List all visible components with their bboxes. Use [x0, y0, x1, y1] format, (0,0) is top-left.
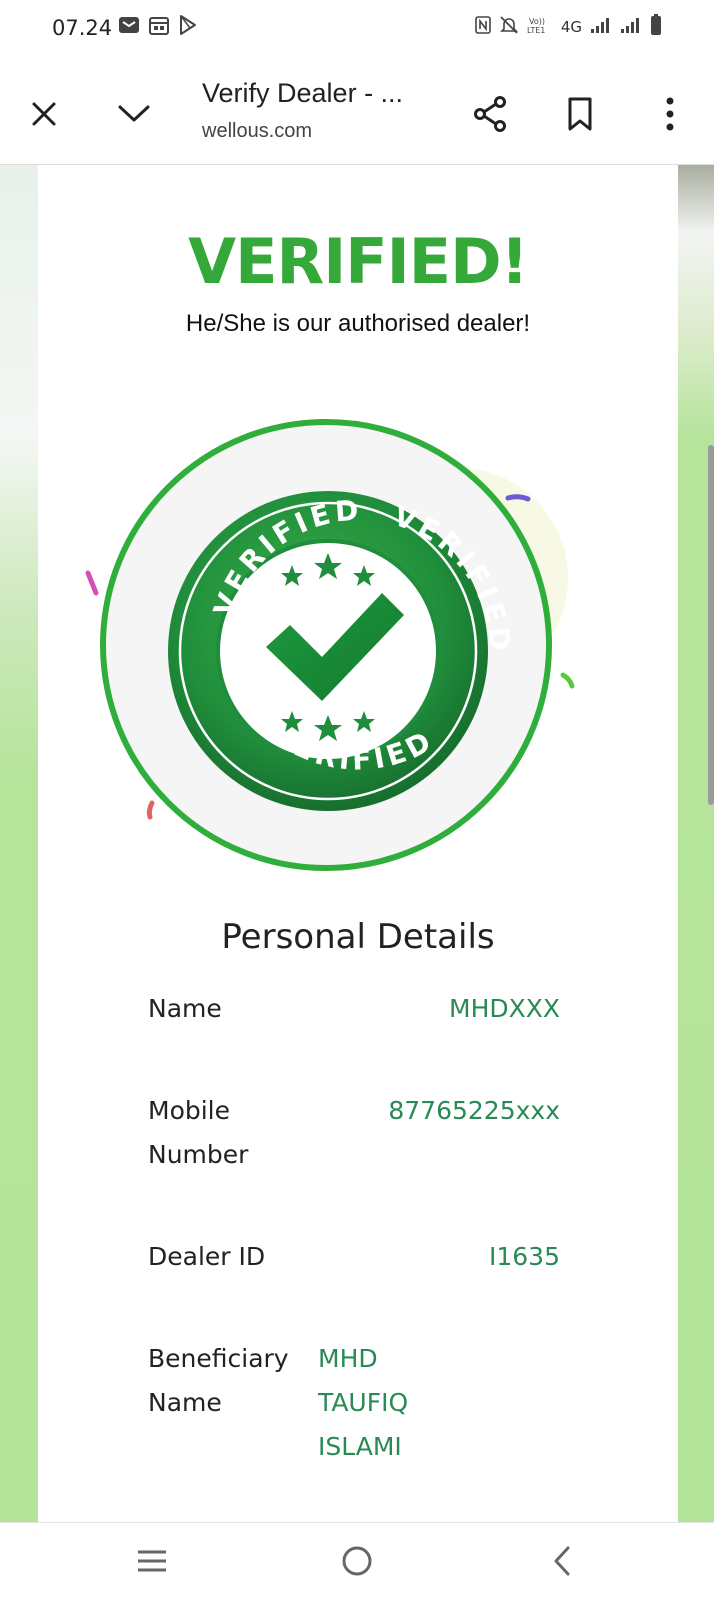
- detail-row-dealer-id: Dealer ID I1635: [148, 1235, 560, 1285]
- nfc-icon: [475, 15, 491, 39]
- detail-row-beneficiary: Beneficiary Name MHD TAUFIQ ISLAMI: [148, 1337, 560, 1477]
- verified-badge: VERIFIED VERIFIED VERIFIED: [38, 403, 678, 883]
- verified-subheading: He/She is our authorised dealer!: [185, 310, 531, 337]
- battery-icon: [650, 14, 662, 40]
- back-icon: [554, 1546, 570, 1576]
- share-button[interactable]: [468, 92, 512, 136]
- signal-icon: [620, 16, 642, 38]
- detail-value: 87765225xxx: [388, 1096, 560, 1125]
- svg-text:LTE1: LTE1: [527, 26, 545, 35]
- detail-value: I1635: [489, 1242, 560, 1271]
- detail-row-name: Name MHDXXX: [148, 987, 560, 1037]
- play-store-icon: [178, 14, 198, 41]
- mute-icon: [499, 15, 519, 39]
- signal-icon: [590, 16, 612, 38]
- recent-apps-button[interactable]: [130, 1539, 174, 1583]
- gmail-icon: [118, 15, 140, 40]
- close-icon: [32, 102, 56, 126]
- detail-value: MHDXXX: [449, 994, 560, 1023]
- home-button[interactable]: [335, 1539, 379, 1583]
- detail-label: Dealer ID: [148, 1242, 266, 1271]
- verified-heading: VERIFIED!: [188, 225, 529, 298]
- bookmark-icon: [568, 97, 592, 131]
- web-content[interactable]: VERIFIED! He/She is our authorised deale…: [0, 165, 714, 1522]
- volte-icon: Vo)) LTE1: [527, 15, 553, 39]
- home-icon: [342, 1546, 372, 1576]
- verified-seal-icon: VERIFIED VERIFIED VERIFIED: [85, 419, 575, 871]
- recent-apps-icon: [138, 1550, 166, 1572]
- browser-toolbar: Verify Dealer - ... wellous.com: [0, 60, 714, 165]
- network-type: 4G: [560, 18, 582, 36]
- detail-value: MHD TAUFIQ ISLAMI: [318, 1344, 409, 1461]
- status-time: 07.24: [52, 16, 113, 40]
- section-title: Personal Details: [221, 917, 495, 957]
- status-bar: 07.24 Vo)) LTE1 4G: [0, 0, 714, 60]
- scrollbar[interactable]: [708, 445, 714, 805]
- bookmark-button[interactable]: [558, 92, 602, 136]
- close-button[interactable]: [22, 92, 66, 136]
- chevron-down-icon: [118, 105, 150, 122]
- detail-label: Name: [148, 994, 222, 1023]
- detail-label: Mobile Number: [148, 1096, 249, 1169]
- detail-row-mobile: Mobile Number 87765225xxx: [148, 1089, 560, 1179]
- calendar-icon: [148, 14, 170, 41]
- page-title: Verify Dealer - ...: [202, 78, 404, 108]
- detail-label: Beneficiary Name: [148, 1344, 289, 1417]
- more-vertical-icon: [666, 97, 674, 131]
- page-url: wellous.com: [202, 120, 313, 142]
- more-options-button[interactable]: [648, 92, 692, 136]
- collapse-button[interactable]: [112, 92, 156, 136]
- svg-text:Vo)): Vo)): [529, 17, 545, 26]
- back-button[interactable]: [540, 1539, 584, 1583]
- verification-card: VERIFIED! He/She is our authorised deale…: [38, 165, 678, 1522]
- share-icon: [474, 96, 506, 132]
- system-nav-bar: [0, 1522, 714, 1600]
